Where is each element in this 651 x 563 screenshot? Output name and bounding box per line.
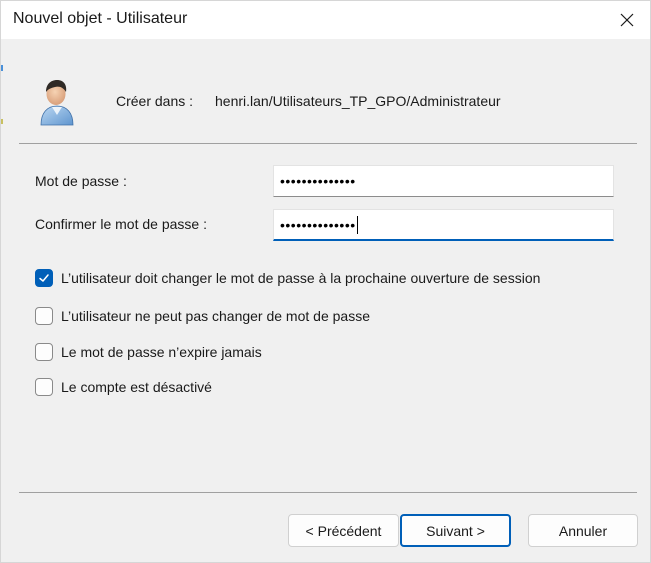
password-field[interactable]: ••••••••••••••: [273, 165, 614, 197]
close-icon: [620, 13, 634, 27]
text-caret: [356, 215, 358, 234]
create-in-label: Créer dans :: [116, 93, 194, 109]
window-edge-accent: [1, 65, 3, 71]
option-cannot-change-password[interactable]: L’utilisateur ne peut pas changer de mot…: [35, 306, 370, 326]
create-in-path: henri.lan/Utilisateurs_TP_GPO/Administra…: [215, 93, 501, 109]
checkbox-unchecked[interactable]: [35, 307, 53, 325]
confirm-password-field[interactable]: ••••••••••••••: [273, 209, 614, 241]
footer-separator: [19, 492, 637, 493]
cancel-button[interactable]: Annuler: [528, 514, 638, 547]
option-must-change-password[interactable]: L’utilisateur doit changer le mot de pas…: [35, 268, 540, 288]
option-password-never-expires[interactable]: Le mot de passe n’expire jamais: [35, 342, 262, 362]
window-title: Nouvel objet - Utilisateur: [13, 10, 188, 27]
checkbox-unchecked[interactable]: [35, 378, 53, 396]
user-icon: [35, 75, 79, 127]
previous-button[interactable]: < Précédent: [288, 514, 399, 547]
checkmark-icon: [39, 274, 49, 282]
option-label: L’utilisateur ne peut pas changer de mot…: [61, 308, 370, 324]
option-label: Le compte est désactivé: [61, 379, 212, 395]
password-value: ••••••••••••••: [280, 173, 356, 189]
checkbox-checked[interactable]: [35, 269, 53, 287]
new-user-dialog: Nouvel objet - Utilisateur Créer dans: …: [0, 0, 651, 563]
confirm-password-value: ••••••••••••••: [280, 216, 356, 233]
option-label: Le mot de passe n’expire jamais: [61, 344, 262, 360]
password-label: Mot de passe :: [35, 173, 127, 189]
close-button[interactable]: [604, 1, 650, 39]
option-label: L’utilisateur doit changer le mot de pas…: [61, 270, 541, 286]
option-account-disabled[interactable]: Le compte est désactivé: [35, 377, 212, 397]
title-bar: Nouvel objet - Utilisateur: [1, 1, 650, 39]
window-edge-accent: [1, 119, 3, 124]
header-separator: [19, 143, 637, 144]
next-button[interactable]: Suivant >: [400, 514, 511, 547]
checkbox-unchecked[interactable]: [35, 343, 53, 361]
confirm-password-label: Confirmer le mot de passe :: [35, 216, 207, 232]
